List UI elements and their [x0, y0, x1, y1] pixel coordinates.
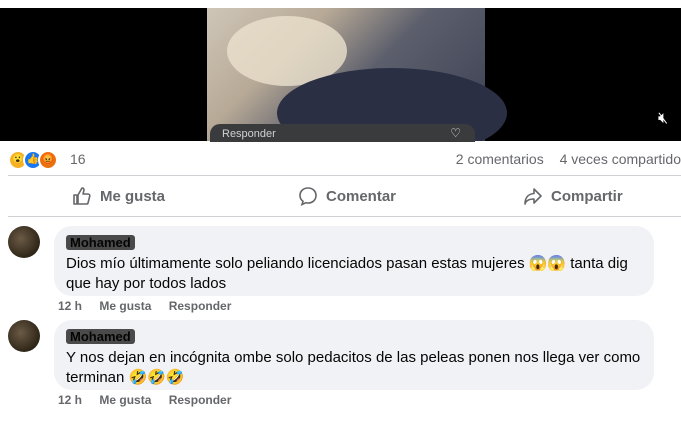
comment-bubble-icon [299, 187, 317, 206]
heart-icon[interactable]: ♡ [450, 126, 461, 140]
comment-footer: 12 h Me gusta Responder [58, 393, 245, 407]
divider [8, 216, 681, 217]
like-button[interactable]: Me gusta [72, 180, 165, 212]
comment-bubble: Mohamed Dios mío últimamente solo pelian… [54, 226, 654, 296]
comments-count[interactable]: 2 comentarios [456, 151, 544, 167]
comment-timestamp[interactable]: 12 h [58, 299, 82, 313]
comment-timestamp[interactable]: 12 h [58, 393, 82, 407]
comment-bubble: Mohamed Y nos dejan en incógnita ombe so… [54, 320, 654, 390]
share-label: Compartir [551, 187, 623, 205]
reaction-icons[interactable]: 😮 👍 😡 [8, 150, 58, 170]
post-actions: Me gusta Comentar Compartir [8, 180, 681, 212]
avatar[interactable] [8, 226, 40, 258]
angry-emoji-icon: 😡 [38, 150, 58, 170]
comment-reply-button[interactable]: Responder [169, 299, 232, 313]
like-label: Me gusta [100, 187, 166, 205]
comment-text: Y nos dejan en incógnita ombe solo pedac… [66, 349, 641, 386]
divider [8, 175, 681, 176]
share-button[interactable]: Compartir [523, 180, 623, 212]
comment-like-button[interactable]: Me gusta [99, 299, 151, 313]
comment-text: Dios mío últimamente solo peliando licen… [66, 255, 628, 292]
comment-author[interactable]: Mohamed [66, 235, 135, 250]
avatar[interactable] [8, 320, 40, 352]
video-frame [207, 8, 507, 141]
video-player[interactable] [0, 8, 681, 141]
comment-button[interactable]: Comentar [298, 180, 396, 212]
video-reply-label: Responder [222, 128, 276, 140]
comment-like-button[interactable]: Me gusta [99, 393, 151, 407]
comment-author[interactable]: Mohamed [66, 329, 135, 344]
comment-footer: 12 h Me gusta Responder [58, 299, 245, 313]
comment-label: Comentar [326, 187, 397, 205]
speaker-mute-icon[interactable]: 🔇︎ [658, 110, 668, 128]
thumbs-up-icon [73, 187, 91, 205]
reaction-count[interactable]: 16 [70, 151, 86, 167]
reaction-stats-row: 😮 👍 😡 16 2 comentarios 4 veces compartid… [8, 147, 681, 170]
shares-count[interactable]: 4 veces compartido [560, 151, 681, 167]
share-arrow-icon [524, 188, 542, 205]
post-meta: 2 comentarios 4 veces compartido [456, 151, 681, 167]
video-reply-overlay[interactable]: Responder ♡ [210, 124, 475, 142]
comment-reply-button[interactable]: Responder [169, 393, 232, 407]
